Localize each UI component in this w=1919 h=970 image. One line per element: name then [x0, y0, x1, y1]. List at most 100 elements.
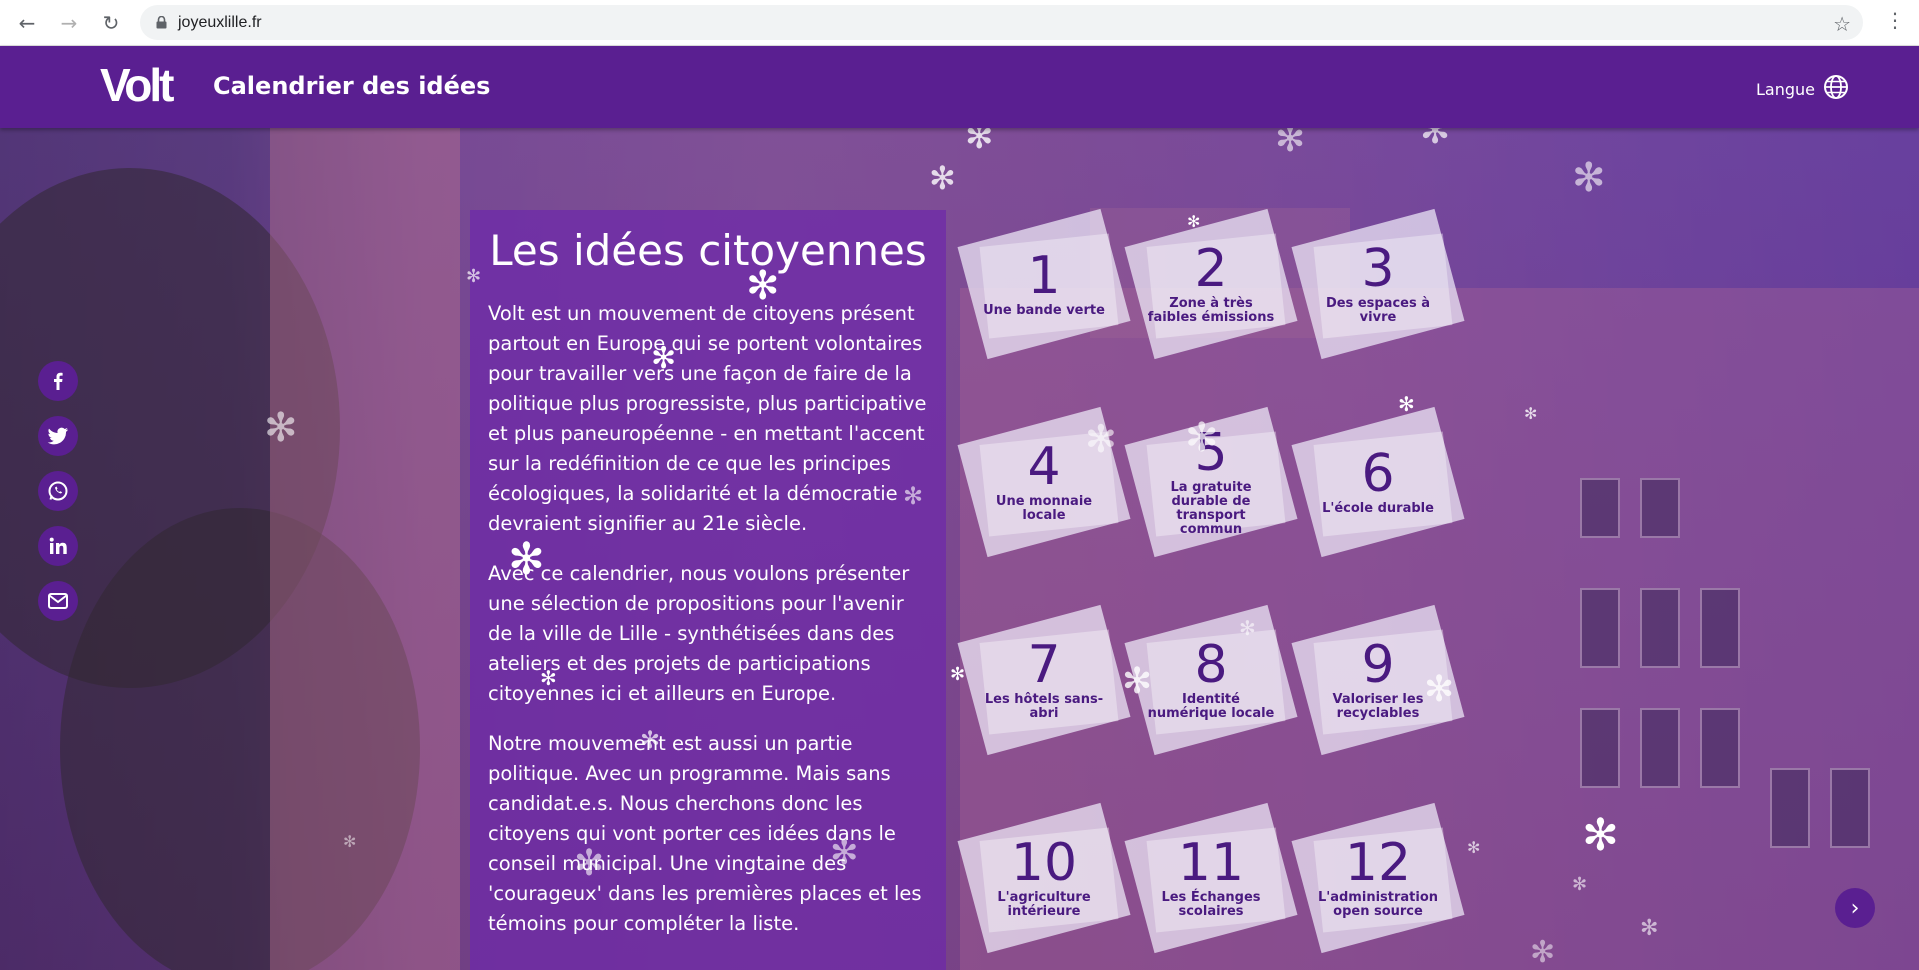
facebook-icon [54, 372, 63, 390]
chevron-right-icon: › [1850, 895, 1860, 921]
browser-menu-icon[interactable]: ⋮ [1885, 10, 1905, 30]
snowflake-icon: ✻ [264, 405, 298, 451]
intro-paragraph: Volt est un mouvement de citoyens présen… [488, 302, 927, 535]
snowflake-icon: ✻ [830, 833, 859, 873]
snowflake-icon: ✻ [1640, 916, 1659, 941]
window-shape [1640, 478, 1680, 538]
twitter-share-button[interactable] [38, 416, 78, 456]
snowflake-icon: ✻ [1467, 838, 1481, 857]
door-label: Zone à très faibles émissions [1147, 296, 1275, 325]
door-label: L'agriculture intérieure [997, 890, 1091, 919]
snowflake-icon: ✻ [1572, 874, 1588, 895]
calendar-door-6[interactable]: 6 L'école durable [1291, 406, 1465, 558]
window-shape [1640, 588, 1680, 668]
snowflake-icon: ✻ [1420, 128, 1451, 152]
volt-logo[interactable]: Volt [100, 62, 174, 108]
window-shape [1770, 768, 1810, 848]
door-label: Les hôtels sans-abri [984, 692, 1104, 721]
facebook-share-button[interactable] [38, 361, 78, 401]
twitter-icon [47, 427, 68, 445]
door-number: 9 [1361, 635, 1395, 695]
window-shape [1700, 708, 1740, 788]
snowflake-icon: ✻ [651, 341, 677, 376]
hero-background: Les idées citoyennes Volt est un mouveme… [0, 128, 1919, 970]
snowflake-icon: ✻ [1572, 155, 1606, 201]
window-shape [1640, 708, 1680, 788]
calendar-door-1[interactable]: 1 Une bande verte [957, 208, 1131, 360]
door-number: 7 [1027, 635, 1061, 695]
door-number: 2 [1194, 239, 1228, 299]
window-shape [1700, 588, 1740, 668]
snowflake-icon: ✻ [1398, 392, 1415, 416]
snowflake-icon: ✻ [1187, 212, 1201, 231]
calendar-door-2[interactable]: 2 Zone à très faibles émissions [1124, 208, 1298, 360]
globe-icon [1823, 74, 1849, 104]
door-number: 8 [1194, 635, 1228, 695]
language-label: Langue [1756, 79, 1815, 99]
door-label: L'école durable [1322, 501, 1434, 516]
calendar-door-3[interactable]: 3 Des espaces à vivre [1291, 208, 1465, 360]
window-shape [1580, 478, 1620, 538]
snowflake-icon: ✻ [1185, 415, 1219, 461]
email-icon [48, 593, 68, 609]
back-icon[interactable]: ← [12, 8, 42, 38]
snowflake-icon: ✻ [640, 726, 661, 754]
snowflake-icon: ✻ [574, 843, 605, 884]
snowflake-icon: ✻ [746, 263, 780, 309]
snowflake-icon: ✻ [1275, 128, 1306, 160]
door-label: Les Échanges scolaires [1161, 890, 1261, 919]
door-number: 4 [1027, 437, 1061, 497]
snowflake-icon: ✻ [1582, 810, 1619, 861]
door-label: Des espaces à vivre [1325, 296, 1431, 325]
door-label: La gratuite durable de transport commun [1170, 480, 1252, 537]
snowflake-icon: ✻ [1239, 616, 1256, 640]
whatsapp-icon [48, 481, 68, 501]
whatsapp-share-button[interactable] [38, 471, 78, 511]
window-shape [1830, 768, 1870, 848]
url-text: joyeuxlille.fr [178, 13, 262, 31]
door-number: 3 [1361, 239, 1395, 299]
door-number: 10 [1010, 833, 1078, 893]
snowflake-icon: ✻ [466, 266, 482, 287]
email-share-button[interactable] [38, 581, 78, 621]
snowflake-icon: ✻ [965, 128, 994, 157]
lock-icon [154, 16, 168, 30]
calendar-door-8[interactable]: 8 Identité numérique locale [1124, 604, 1298, 756]
site-header: Volt Calendrier des idées Langue [0, 46, 1919, 128]
next-arrow-button[interactable]: › [1835, 888, 1875, 928]
window-shape [1580, 588, 1620, 668]
language-selector[interactable]: Langue [1756, 74, 1849, 104]
door-number: 1 [1027, 246, 1061, 306]
door-label: L'administration open source [1317, 890, 1439, 919]
intro-panel: Les idées citoyennes Volt est un mouveme… [470, 210, 946, 970]
reload-icon[interactable]: ↻ [96, 8, 126, 38]
tower-shape [270, 128, 460, 970]
door-number: 6 [1361, 444, 1395, 504]
door-number: 11 [1177, 833, 1245, 893]
forward-icon[interactable]: → [54, 8, 84, 38]
snowflake-icon: ✻ [903, 482, 924, 510]
snowflake-icon: ✻ [343, 832, 357, 851]
calendar-door-11[interactable]: 11 Les Échanges scolaires [1124, 802, 1298, 954]
snowflake-icon: ✻ [1424, 669, 1455, 710]
snowflake-icon: ✻ [950, 664, 966, 685]
window-shape [1580, 708, 1620, 788]
door-label: Une bande verte [983, 303, 1105, 318]
snowflake-icon: ✻ [540, 666, 557, 690]
snowflake-icon: ✻ [929, 159, 956, 197]
calendar-door-10[interactable]: 10 L'agriculture intérieure [957, 802, 1131, 954]
snowflake-icon: ✻ [1524, 404, 1538, 423]
browser-toolbar: ← → ↻ joyeuxlille.fr ☆ ⋮ [0, 0, 1919, 46]
linkedin-icon [49, 537, 67, 554]
snowflake-icon: ✻ [1085, 417, 1117, 461]
intro-heading: Les idées citoyennes [489, 226, 927, 275]
snowflake-icon: ✻ [1530, 935, 1556, 970]
linkedin-share-button[interactable] [38, 526, 78, 566]
calendar-door-7[interactable]: 7 Les hôtels sans-abri [957, 604, 1131, 756]
snowflake-icon: ✻ [508, 534, 545, 585]
door-label: Une monnaie locale [995, 494, 1093, 523]
intro-paragraph: Notre mouvement est aussi un partie poli… [488, 732, 922, 935]
address-bar[interactable]: joyeuxlille.fr ☆ [140, 5, 1863, 40]
bookmark-star-icon[interactable]: ☆ [1833, 12, 1851, 36]
calendar-door-12[interactable]: 12 L'administration open source [1291, 802, 1465, 954]
